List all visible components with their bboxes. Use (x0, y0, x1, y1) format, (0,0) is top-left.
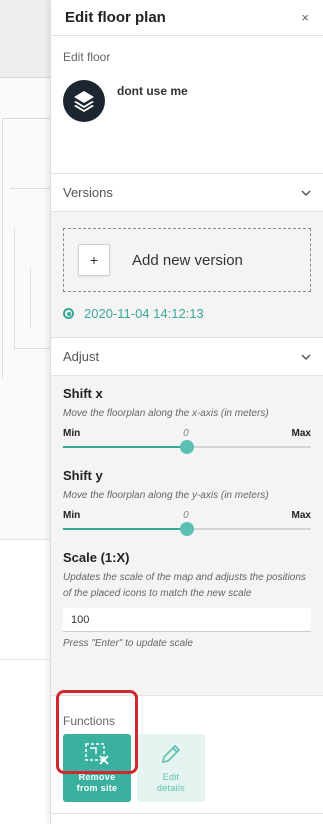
shift-y-min-label: Min (63, 510, 81, 521)
shift-x-slider[interactable] (63, 440, 311, 454)
map-lower-area (0, 540, 50, 660)
panel-header: Edit floor plan × (51, 0, 323, 36)
shift-x-title: Shift x (63, 386, 103, 401)
scale-description: Updates the scale of the map and adjusts… (63, 572, 306, 599)
floor-name: dont use me (117, 84, 188, 98)
edit-label-line1: Edit (162, 772, 180, 782)
adjust-body: Shift x Move the floorplan along the x-a… (51, 376, 323, 696)
edit-label-line2: details (156, 783, 186, 793)
add-new-version-label: Add new version (132, 251, 243, 269)
shift-x-description: Move the floorplan along the x-axis (in … (63, 408, 269, 419)
versions-accordion-header[interactable]: Versions (51, 174, 323, 212)
close-icon[interactable]: × (301, 10, 309, 25)
chevron-down-icon (301, 353, 311, 360)
slider-fill (63, 528, 187, 530)
shift-y-title: Shift y (63, 468, 103, 483)
functions-row: Remove from site Edit details (63, 734, 311, 802)
edit-floor-label: Edit floor (63, 50, 111, 64)
panel-title: Edit floor plan (65, 9, 166, 26)
edit-floor-plan-panel: Edit floor plan × Edit floor dont use me… (50, 0, 323, 824)
slider-fill (63, 446, 187, 448)
slider-thumb[interactable] (180, 440, 194, 454)
chevron-down-icon (301, 189, 311, 196)
shift-y-value: 0 (183, 510, 189, 521)
functions-title: Functions (63, 714, 116, 728)
floor-row: dont use me (63, 80, 311, 122)
adjust-title: Adjust (63, 349, 100, 364)
floorplan-remove-icon (85, 743, 109, 765)
shift-x-value: 0 (183, 428, 189, 439)
shift-y-max-label: Max (291, 510, 311, 521)
versions-title: Versions (63, 185, 113, 200)
map-bottom-area (0, 660, 50, 824)
scale-hint: Press "Enter" to update scale (63, 638, 193, 649)
shift-x-range-labels: Min 0 Max (63, 428, 311, 439)
remove-from-site-label: Remove from site (77, 772, 118, 794)
scale-title: Scale (1:X) (63, 550, 130, 565)
map-canvas[interactable] (0, 0, 50, 824)
slider-thumb[interactable] (180, 522, 194, 536)
plus-button[interactable]: + (78, 244, 110, 276)
remove-label-line2: from site (76, 783, 118, 793)
versions-body: + Add new version 2020-11-04 14:12:13 (51, 212, 323, 338)
functions-section: Functions Remove from site Edit details (51, 696, 323, 814)
shift-x-min-label: Min (63, 428, 81, 439)
layers-icon (63, 80, 105, 122)
add-new-version-button[interactable]: + Add new version (63, 228, 311, 292)
shift-y-slider[interactable] (63, 522, 311, 536)
scale-input[interactable]: 100 (63, 608, 311, 632)
version-label: 2020-11-04 14:12:13 (84, 306, 204, 321)
pencil-icon (161, 744, 181, 764)
floor-plan-image (0, 78, 50, 540)
radio-selected-icon[interactable] (63, 308, 74, 319)
edit-details-button[interactable]: Edit details (137, 734, 205, 802)
shift-y-range-labels: Min 0 Max (63, 510, 311, 521)
edit-details-label: Edit details (157, 772, 185, 794)
shift-y-description: Move the floorplan along the y-axis (in … (63, 490, 269, 501)
edit-floor-section: Edit floor dont use me (51, 36, 323, 174)
map-toolbar-strip (0, 0, 50, 78)
remove-label-line1: Remove (78, 772, 116, 782)
shift-x-max-label: Max (291, 428, 311, 439)
remove-from-site-button[interactable]: Remove from site (63, 734, 131, 802)
version-item[interactable]: 2020-11-04 14:12:13 (63, 306, 311, 321)
adjust-accordion-header[interactable]: Adjust (51, 338, 323, 376)
